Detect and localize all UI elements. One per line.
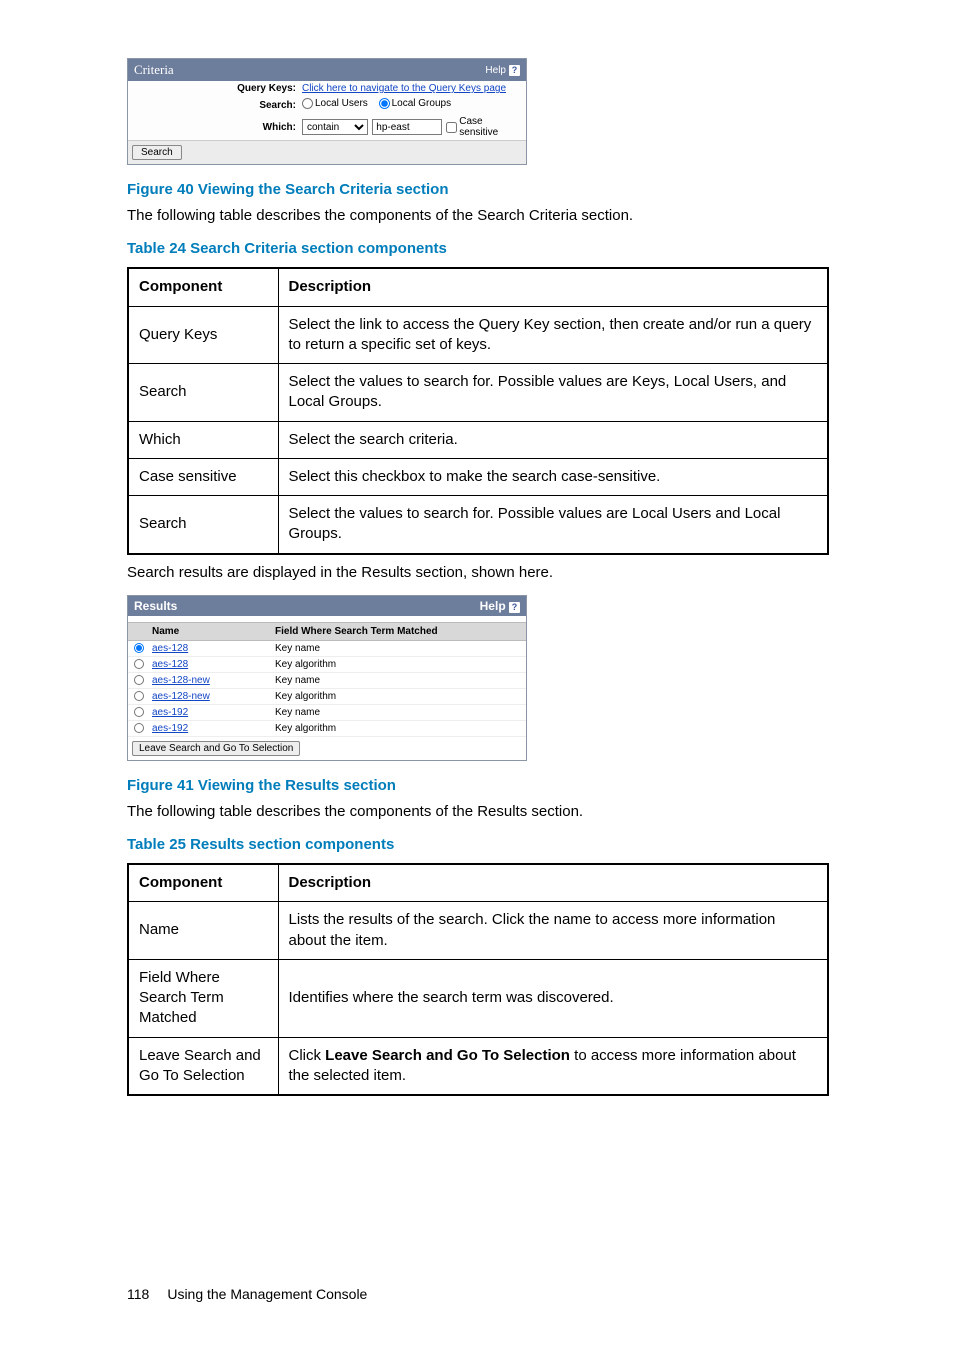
- page-footer: 118 Using the Management Console: [127, 1286, 829, 1302]
- results-header: Results Help ?: [128, 596, 526, 616]
- which-row: Which: contain Case sensitive: [128, 114, 526, 140]
- table-header: Description: [278, 864, 828, 902]
- help-label: Help: [480, 599, 506, 613]
- help-icon: ?: [509, 65, 520, 76]
- table-25-caption: Table 25 Results section components: [127, 836, 829, 853]
- table-cell: Field Where Search Term Matched: [128, 959, 278, 1037]
- table-row: Leave Search and Go To SelectionClick Le…: [128, 1037, 828, 1095]
- table-row: Field Where Search Term MatchedIdentifie…: [128, 959, 828, 1037]
- table-row: SearchSelect the values to search for. P…: [128, 496, 828, 554]
- table-row: WhichSelect the search criteria.: [128, 421, 828, 458]
- col-field-header: Field Where Search Term Matched: [275, 626, 526, 637]
- result-name-link[interactable]: aes-128-new: [152, 691, 210, 702]
- results-row: aes-128-new Key algorithm: [128, 689, 526, 705]
- results-row: aes-128 Key name: [128, 641, 526, 657]
- table-cell: Query Keys: [128, 306, 278, 364]
- querykeys-link[interactable]: Click here to navigate to the Query Keys…: [302, 83, 506, 94]
- table-cell: Which: [128, 421, 278, 458]
- help-link[interactable]: Help ?: [480, 599, 520, 613]
- results-row: aes-128 Key algorithm: [128, 657, 526, 673]
- help-label: Help: [485, 65, 506, 76]
- result-name-link[interactable]: aes-192: [152, 723, 188, 734]
- page-number: 118: [127, 1286, 149, 1302]
- table-cell: Search: [128, 496, 278, 554]
- result-radio[interactable]: [134, 675, 144, 685]
- case-sensitive-label: Case sensitive: [459, 116, 520, 138]
- table-cell: Select this checkbox to make the search …: [278, 458, 828, 495]
- result-radio[interactable]: [134, 691, 144, 701]
- results-row: aes-192 Key name: [128, 705, 526, 721]
- help-icon: ?: [509, 602, 520, 613]
- figure-41-desc: The following table describes the compon…: [127, 802, 829, 822]
- table-header: Component: [128, 268, 278, 306]
- table-cell: Name: [128, 902, 278, 960]
- help-link[interactable]: Help ?: [485, 65, 520, 76]
- which-select[interactable]: contain: [302, 119, 368, 135]
- table-cell: Identifies where the search term was dis…: [278, 959, 828, 1037]
- table-cell: Lists the results of the search. Click t…: [278, 902, 828, 960]
- table-header: Component: [128, 864, 278, 902]
- table-header: Description: [278, 268, 828, 306]
- table-row: NameLists the results of the search. Cli…: [128, 902, 828, 960]
- result-field: Key algorithm: [275, 723, 526, 734]
- result-field: Key name: [275, 707, 526, 718]
- table-row: Case sensitiveSelect this checkbox to ma…: [128, 458, 828, 495]
- search-row: Search: Local Users Local Groups: [128, 96, 526, 114]
- radio-local-groups[interactable]: Local Groups: [379, 98, 451, 109]
- table-cell: Click Leave Search and Go To Selection t…: [278, 1037, 828, 1095]
- section-title: Using the Management Console: [167, 1286, 367, 1302]
- table-row: SearchSelect the values to search for. P…: [128, 364, 828, 422]
- radio-local-users[interactable]: Local Users: [302, 98, 368, 109]
- leave-search-button[interactable]: Leave Search and Go To Selection: [132, 741, 300, 756]
- criteria-header: Criteria Help ?: [128, 59, 526, 81]
- table-cell: Leave Search and Go To Selection: [128, 1037, 278, 1095]
- result-field: Key algorithm: [275, 691, 526, 702]
- table-24-caption: Table 24 Search Criteria section compone…: [127, 240, 829, 257]
- table-cell: Search: [128, 364, 278, 422]
- result-radio[interactable]: [134, 723, 144, 733]
- result-field: Key name: [275, 643, 526, 654]
- querykeys-label: Query Keys:: [132, 83, 302, 94]
- radio-local-users-label: Local Users: [315, 98, 368, 109]
- result-radio[interactable]: [134, 643, 144, 653]
- results-column-headers: Name Field Where Search Term Matched: [128, 622, 526, 641]
- result-radio[interactable]: [134, 659, 144, 669]
- result-radio[interactable]: [134, 707, 144, 717]
- figure-41-caption: Figure 41 Viewing the Results section: [127, 777, 829, 794]
- col-name-header: Name: [150, 626, 275, 637]
- results-intro: Search results are displayed in the Resu…: [127, 563, 829, 583]
- search-button[interactable]: Search: [132, 145, 182, 160]
- figure-40-desc: The following table describes the compon…: [127, 206, 829, 226]
- radio-local-groups-label: Local Groups: [392, 98, 451, 109]
- result-name-link[interactable]: aes-192: [152, 707, 188, 718]
- result-name-link[interactable]: aes-128: [152, 643, 188, 654]
- result-name-link[interactable]: aes-128: [152, 659, 188, 670]
- result-field: Key algorithm: [275, 659, 526, 670]
- result-name-link[interactable]: aes-128-new: [152, 675, 210, 686]
- table-24: ComponentDescription Query KeysSelect th…: [127, 267, 829, 554]
- results-title: Results: [134, 599, 177, 613]
- results-row: aes-192 Key algorithm: [128, 721, 526, 737]
- criteria-title: Criteria: [134, 62, 174, 78]
- table-row: Query KeysSelect the link to access the …: [128, 306, 828, 364]
- table-cell: Case sensitive: [128, 458, 278, 495]
- which-text[interactable]: [372, 119, 442, 135]
- result-field: Key name: [275, 675, 526, 686]
- querykeys-row: Query Keys: Click here to navigate to th…: [128, 81, 526, 96]
- table-25: ComponentDescription NameLists the resul…: [127, 863, 829, 1096]
- criteria-panel: Criteria Help ? Query Keys: Click here t…: [127, 58, 527, 165]
- results-footer: Leave Search and Go To Selection: [128, 737, 526, 760]
- table-cell: Select the search criteria.: [278, 421, 828, 458]
- search-bar: Search: [128, 140, 526, 164]
- figure-40-caption: Figure 40 Viewing the Search Criteria se…: [127, 181, 829, 198]
- table-cell: Select the values to search for. Possibl…: [278, 496, 828, 554]
- table-cell: Select the values to search for. Possibl…: [278, 364, 828, 422]
- search-label: Search:: [132, 100, 302, 111]
- which-label: Which:: [132, 122, 302, 133]
- results-row: aes-128-new Key name: [128, 673, 526, 689]
- results-panel: Results Help ? Name Field Where Search T…: [127, 595, 527, 761]
- table-cell: Select the link to access the Query Key …: [278, 306, 828, 364]
- case-sensitive[interactable]: Case sensitive: [446, 116, 522, 138]
